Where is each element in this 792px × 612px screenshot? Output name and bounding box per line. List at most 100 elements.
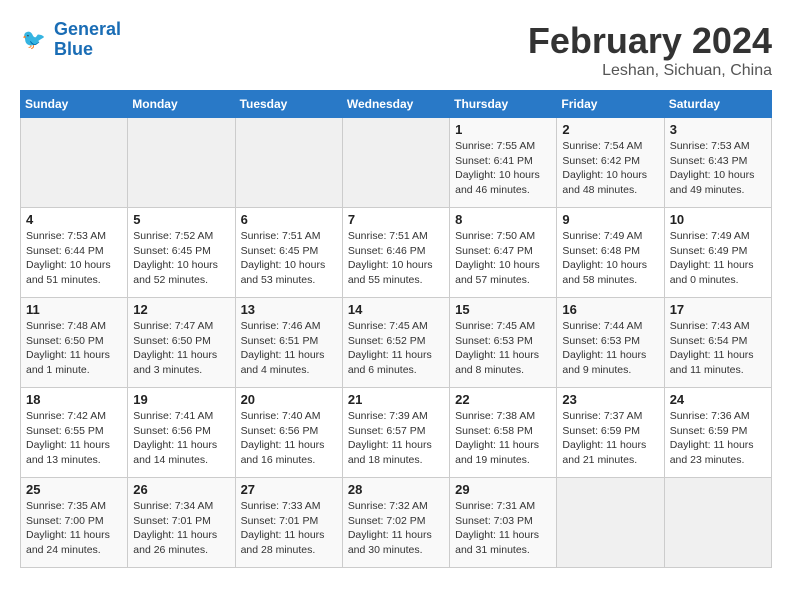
calendar-cell: 1 Sunrise: 7:55 AM Sunset: 6:41 PM Daylig…	[450, 118, 557, 208]
day-info: Sunrise: 7:46 AM Sunset: 6:51 PM Dayligh…	[241, 319, 337, 378]
day-info: Sunrise: 7:41 AM Sunset: 6:56 PM Dayligh…	[133, 409, 229, 468]
day-info: Sunrise: 7:51 AM Sunset: 6:46 PM Dayligh…	[348, 229, 444, 288]
calendar-cell: 21 Sunrise: 7:39 AM Sunset: 6:57 PM Dayli…	[342, 388, 449, 478]
day-number: 13	[241, 302, 337, 317]
day-number: 11	[26, 302, 122, 317]
day-info: Sunrise: 7:35 AM Sunset: 7:00 PM Dayligh…	[26, 499, 122, 558]
day-number: 1	[455, 122, 551, 137]
day-number: 24	[670, 392, 766, 407]
day-number: 28	[348, 482, 444, 497]
calendar-cell: 6 Sunrise: 7:51 AM Sunset: 6:45 PM Daylig…	[235, 208, 342, 298]
day-number: 14	[348, 302, 444, 317]
day-number: 10	[670, 212, 766, 227]
day-of-week-header: Saturday	[664, 91, 771, 118]
calendar-week-row: 18Sunrise: 7:42 AM Sunset: 6:55 PM Dayli…	[21, 388, 772, 478]
day-info: Sunrise: 7:33 AM Sunset: 7:01 PM Dayligh…	[241, 499, 337, 558]
calendar-header-row: SundayMondayTuesdayWednesdayThursdayFrid…	[21, 91, 772, 118]
month-title: February 2024	[528, 20, 772, 62]
day-info: Sunrise: 7:32 AM Sunset: 7:02 PM Dayligh…	[348, 499, 444, 558]
day-number: 17	[670, 302, 766, 317]
calendar-cell: 14 Sunrise: 7:45 AM Sunset: 6:52 PM Dayli…	[342, 298, 449, 388]
calendar-cell: 19 Sunrise: 7:41 AM Sunset: 6:56 PM Dayli…	[128, 388, 235, 478]
day-info: Sunrise: 7:36 AM Sunset: 6:59 PM Dayligh…	[670, 409, 766, 468]
calendar-cell: 22 Sunrise: 7:38 AM Sunset: 6:58 PM Dayli…	[450, 388, 557, 478]
title-block: February 2024 Leshan, Sichuan, China	[528, 20, 772, 80]
day-info: Sunrise: 7:45 AM Sunset: 6:52 PM Dayligh…	[348, 319, 444, 378]
calendar-cell	[128, 118, 235, 208]
calendar-table: SundayMondayTuesdayWednesdayThursdayFrid…	[20, 90, 772, 568]
day-number: 8	[455, 212, 551, 227]
day-number: 4	[26, 212, 122, 227]
calendar-cell: 27 Sunrise: 7:33 AM Sunset: 7:01 PM Dayli…	[235, 478, 342, 568]
calendar-week-row: 11 Sunrise: 7:48 AM Sunset: 6:50 PM Dayli…	[21, 298, 772, 388]
day-info: Sunrise: 7:50 AM Sunset: 6:47 PM Dayligh…	[455, 229, 551, 288]
calendar-cell: 25 Sunrise: 7:35 AM Sunset: 7:00 PM Dayli…	[21, 478, 128, 568]
day-number: 20	[241, 392, 337, 407]
day-number: 23	[562, 392, 658, 407]
day-number: 15	[455, 302, 551, 317]
day-number: 27	[241, 482, 337, 497]
svg-text:🐦: 🐦	[22, 29, 46, 51]
day-info: Sunrise: 7:34 AM Sunset: 7:01 PM Dayligh…	[133, 499, 229, 558]
day-info: Sunrise: 7:52 AM Sunset: 6:45 PM Dayligh…	[133, 229, 229, 288]
day-number: 9	[562, 212, 658, 227]
calendar-cell	[342, 118, 449, 208]
day-info: Sunrise: 7:48 AM Sunset: 6:50 PM Dayligh…	[26, 319, 122, 378]
day-info: Sunrise: 7:37 AM Sunset: 6:59 PM Dayligh…	[562, 409, 658, 468]
calendar-cell: 13 Sunrise: 7:46 AM Sunset: 6:51 PM Dayli…	[235, 298, 342, 388]
calendar-cell: 2Sunrise: 7:54 AM Sunset: 6:42 PM Daylig…	[557, 118, 664, 208]
location-title: Leshan, Sichuan, China	[528, 62, 772, 80]
day-of-week-header: Tuesday	[235, 91, 342, 118]
calendar-cell: 5Sunrise: 7:52 AM Sunset: 6:45 PM Daylig…	[128, 208, 235, 298]
calendar-cell: 15Sunrise: 7:45 AM Sunset: 6:53 PM Dayli…	[450, 298, 557, 388]
day-info: Sunrise: 7:31 AM Sunset: 7:03 PM Dayligh…	[455, 499, 551, 558]
calendar-cell: 18Sunrise: 7:42 AM Sunset: 6:55 PM Dayli…	[21, 388, 128, 478]
day-number: 6	[241, 212, 337, 227]
calendar-cell: 24 Sunrise: 7:36 AM Sunset: 6:59 PM Dayli…	[664, 388, 771, 478]
calendar-cell: 20Sunrise: 7:40 AM Sunset: 6:56 PM Dayli…	[235, 388, 342, 478]
day-number: 26	[133, 482, 229, 497]
day-info: Sunrise: 7:43 AM Sunset: 6:54 PM Dayligh…	[670, 319, 766, 378]
calendar-cell: 8 Sunrise: 7:50 AM Sunset: 6:47 PM Daylig…	[450, 208, 557, 298]
calendar-cell: 28 Sunrise: 7:32 AM Sunset: 7:02 PM Dayli…	[342, 478, 449, 568]
calendar-cell	[21, 118, 128, 208]
day-number: 22	[455, 392, 551, 407]
day-info: Sunrise: 7:51 AM Sunset: 6:45 PM Dayligh…	[241, 229, 337, 288]
calendar-week-row: 1 Sunrise: 7:55 AM Sunset: 6:41 PM Daylig…	[21, 118, 772, 208]
day-number: 18	[26, 392, 122, 407]
calendar-cell: 23 Sunrise: 7:37 AM Sunset: 6:59 PM Dayli…	[557, 388, 664, 478]
day-info: Sunrise: 7:53 AM Sunset: 6:44 PM Dayligh…	[26, 229, 122, 288]
calendar-cell: 4 Sunrise: 7:53 AM Sunset: 6:44 PM Daylig…	[21, 208, 128, 298]
calendar-cell: 16Sunrise: 7:44 AM Sunset: 6:53 PM Dayli…	[557, 298, 664, 388]
day-info: Sunrise: 7:54 AM Sunset: 6:42 PM Dayligh…	[562, 139, 658, 198]
calendar-cell	[235, 118, 342, 208]
calendar-cell: 17 Sunrise: 7:43 AM Sunset: 6:54 PM Dayli…	[664, 298, 771, 388]
calendar-cell: 7Sunrise: 7:51 AM Sunset: 6:46 PM Daylig…	[342, 208, 449, 298]
calendar-cell: 11 Sunrise: 7:48 AM Sunset: 6:50 PM Dayli…	[21, 298, 128, 388]
calendar-cell	[664, 478, 771, 568]
calendar-cell: 10 Sunrise: 7:49 AM Sunset: 6:49 PM Dayli…	[664, 208, 771, 298]
day-of-week-header: Sunday	[21, 91, 128, 118]
calendar-week-row: 25 Sunrise: 7:35 AM Sunset: 7:00 PM Dayli…	[21, 478, 772, 568]
calendar-cell: 9 Sunrise: 7:49 AM Sunset: 6:48 PM Daylig…	[557, 208, 664, 298]
day-info: Sunrise: 7:53 AM Sunset: 6:43 PM Dayligh…	[670, 139, 766, 198]
calendar-cell: 12Sunrise: 7:47 AM Sunset: 6:50 PM Dayli…	[128, 298, 235, 388]
day-info: Sunrise: 7:55 AM Sunset: 6:41 PM Dayligh…	[455, 139, 551, 198]
day-of-week-header: Thursday	[450, 91, 557, 118]
day-number: 25	[26, 482, 122, 497]
day-info: Sunrise: 7:49 AM Sunset: 6:48 PM Dayligh…	[562, 229, 658, 288]
day-info: Sunrise: 7:49 AM Sunset: 6:49 PM Dayligh…	[670, 229, 766, 288]
calendar-week-row: 4 Sunrise: 7:53 AM Sunset: 6:44 PM Daylig…	[21, 208, 772, 298]
day-number: 29	[455, 482, 551, 497]
day-of-week-header: Wednesday	[342, 91, 449, 118]
logo: 🐦 General Blue	[20, 20, 121, 60]
calendar-cell: 3 Sunrise: 7:53 AM Sunset: 6:43 PM Daylig…	[664, 118, 771, 208]
calendar-cell: 29 Sunrise: 7:31 AM Sunset: 7:03 PM Dayli…	[450, 478, 557, 568]
day-number: 21	[348, 392, 444, 407]
day-number: 19	[133, 392, 229, 407]
day-info: Sunrise: 7:39 AM Sunset: 6:57 PM Dayligh…	[348, 409, 444, 468]
day-info: Sunrise: 7:47 AM Sunset: 6:50 PM Dayligh…	[133, 319, 229, 378]
day-number: 3	[670, 122, 766, 137]
day-info: Sunrise: 7:38 AM Sunset: 6:58 PM Dayligh…	[455, 409, 551, 468]
day-of-week-header: Monday	[128, 91, 235, 118]
